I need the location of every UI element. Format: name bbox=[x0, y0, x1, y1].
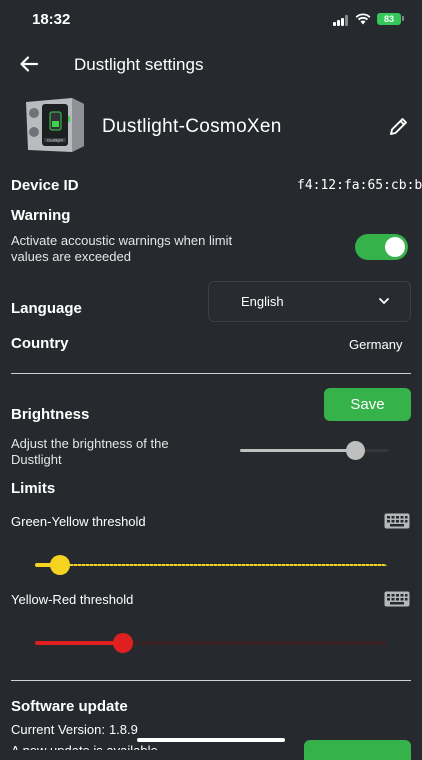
battery-tip bbox=[402, 16, 404, 21]
slider-fill bbox=[35, 641, 123, 645]
warning-description: Activate accoustic warnings when limit v… bbox=[11, 233, 233, 264]
wifi-icon bbox=[355, 13, 371, 25]
software-update-label: Software update bbox=[11, 698, 128, 715]
slider-thumb[interactable] bbox=[345, 441, 365, 460]
divider bbox=[11, 373, 411, 374]
current-version-value: 1.8.9 bbox=[108, 722, 138, 737]
green-yellow-threshold-label: Green-Yellow threshold bbox=[11, 514, 146, 529]
language-label: Language bbox=[11, 300, 82, 317]
edit-pencil-icon[interactable] bbox=[388, 115, 410, 137]
back-arrow-icon[interactable] bbox=[18, 53, 40, 75]
home-indicator bbox=[137, 738, 285, 742]
device-name: Dustlight-CosmoXen bbox=[102, 116, 282, 137]
yellow-red-threshold-label: Yellow-Red threshold bbox=[11, 592, 134, 607]
slider-fill bbox=[240, 449, 356, 452]
toggle-knob bbox=[385, 237, 405, 257]
warning-label: Warning bbox=[11, 207, 71, 224]
current-version-label: Current Version: bbox=[11, 722, 105, 737]
slider-thumb[interactable] bbox=[113, 633, 133, 653]
update-available-text: A new update is available bbox=[11, 743, 158, 750]
current-version-line: Current Version: 1.8.9 bbox=[11, 722, 138, 737]
cellular-signal-icon bbox=[333, 15, 349, 26]
update-button[interactable] bbox=[304, 740, 411, 760]
battery-icon: 83 bbox=[377, 13, 401, 25]
page-title: Dustlight settings bbox=[74, 55, 204, 74]
country-value: Germany bbox=[349, 337, 403, 352]
device-id-value: f4:12:fa:65:cb:b1 bbox=[297, 178, 422, 193]
slider-track-dotted bbox=[35, 564, 387, 566]
device-image: Dustlight bbox=[26, 98, 84, 152]
brightness-description: Adjust the brightness of the Dustlight bbox=[11, 436, 169, 467]
green-yellow-threshold-slider[interactable] bbox=[35, 555, 387, 575]
slider-thumb[interactable] bbox=[49, 555, 70, 575]
device-brand-text: Dustlight bbox=[47, 138, 63, 143]
warning-toggle[interactable] bbox=[355, 234, 408, 260]
save-button[interactable]: Save bbox=[324, 388, 411, 421]
language-selected-value: English bbox=[241, 294, 284, 309]
divider bbox=[11, 680, 411, 681]
chevron-down-icon bbox=[379, 298, 389, 305]
device-id-label: Device ID bbox=[11, 177, 79, 194]
limits-label: Limits bbox=[11, 480, 56, 497]
language-select[interactable]: English bbox=[208, 281, 411, 322]
yellow-red-threshold-slider[interactable] bbox=[35, 633, 387, 653]
country-label: Country bbox=[11, 335, 69, 352]
keyboard-icon[interactable] bbox=[384, 513, 410, 529]
status-time: 18:32 bbox=[32, 11, 71, 28]
brightness-slider[interactable] bbox=[240, 440, 388, 460]
brightness-label: Brightness bbox=[11, 406, 90, 423]
keyboard-icon[interactable] bbox=[384, 591, 410, 607]
